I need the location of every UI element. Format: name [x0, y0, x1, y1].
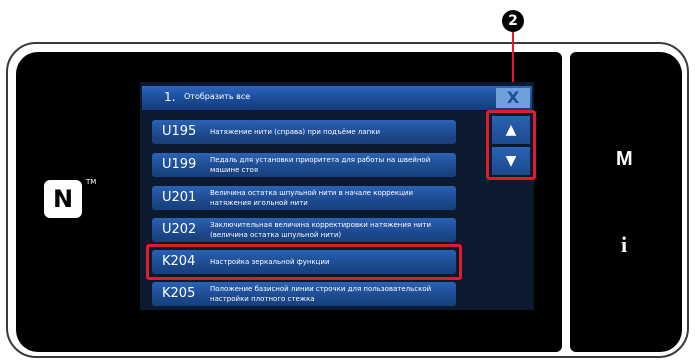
- list-item-u201[interactable]: U201 Величина остатка шпульной нити в на…: [152, 186, 456, 210]
- item-desc: Педаль для установки приоритета для рабо…: [210, 156, 431, 174]
- highlight-scroll-buttons: [486, 110, 536, 180]
- nfc-icon: N: [44, 180, 82, 218]
- item-desc: Натяжение нити (справа) при подъёме лапк…: [210, 128, 381, 136]
- item-code: K205: [162, 286, 196, 301]
- item-code: U195: [162, 124, 197, 139]
- title-number: 1.: [164, 90, 176, 104]
- callout-marker: 2: [502, 10, 524, 32]
- item-code: U201: [162, 190, 197, 205]
- item-desc: Заключительная величина корректировки на…: [210, 221, 432, 239]
- list-item-u199[interactable]: U199 Педаль для установки приоритета для…: [152, 153, 456, 177]
- side-panel: [570, 52, 682, 352]
- title-bar: 1. Отобразить все X: [142, 86, 532, 110]
- highlight-k204: [146, 244, 462, 280]
- list-item-u195[interactable]: U195 Натяжение нити (справа) при подъёме…: [152, 120, 456, 144]
- item-code: U202: [162, 222, 197, 237]
- info-button[interactable]: i: [621, 232, 627, 258]
- nfc-trademark: TM: [86, 178, 97, 186]
- list-item-k205[interactable]: K205 Положение базисной линии строчки дл…: [152, 282, 456, 306]
- title-text: Отобразить все: [184, 92, 251, 101]
- close-button[interactable]: X: [496, 88, 530, 108]
- item-code: U199: [162, 157, 197, 172]
- list-item-u202[interactable]: U202 Заключительная величина корректиров…: [152, 218, 456, 242]
- item-desc: Величина остатка шпульной нити в начале …: [210, 189, 414, 207]
- item-desc: Положение базисной линии строчки для пол…: [210, 285, 432, 303]
- mode-button[interactable]: M: [616, 148, 633, 171]
